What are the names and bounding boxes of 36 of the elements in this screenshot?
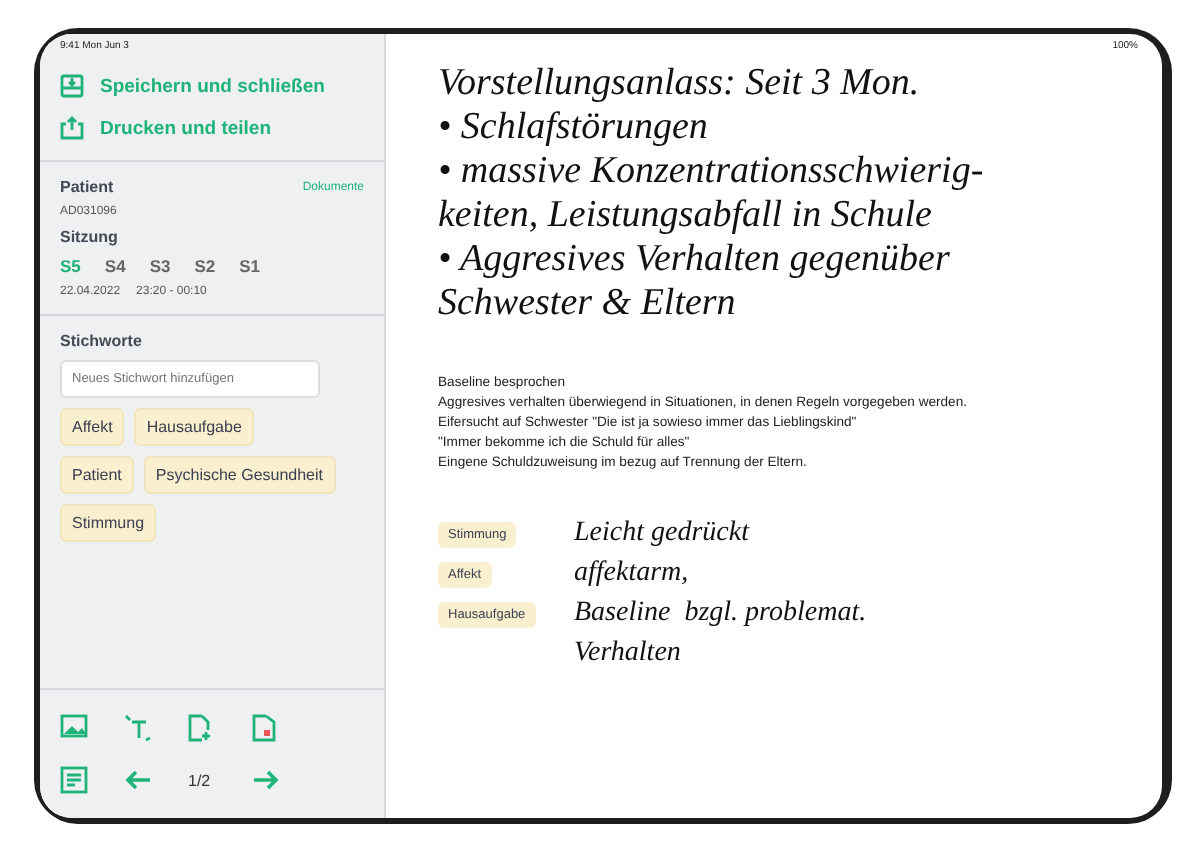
handwritten-line: Schwester & Eltern <box>438 282 738 326</box>
add-page-tool[interactable] <box>188 714 216 742</box>
handwritten-note: affektarm, <box>574 558 689 590</box>
add-page-icon <box>188 714 212 742</box>
keyword-tag[interactable]: Patient <box>60 456 134 494</box>
image-icon <box>60 714 88 738</box>
notes-icon[interactable] <box>60 766 88 794</box>
keyword-tag[interactable]: Stimmung <box>60 504 157 542</box>
image-tool[interactable] <box>60 714 88 742</box>
keyword-tag[interactable]: Psychische Gesundheit <box>143 456 336 494</box>
previous-page-icon[interactable] <box>124 766 152 794</box>
page-indicator: 1/2 <box>188 771 213 789</box>
section-heading: Sitzung <box>60 228 120 246</box>
handwritten-note: Verhalten <box>574 638 681 670</box>
session-tab[interactable]: S1 <box>239 256 261 276</box>
handwritten-note: Baseline bzgl. problemat. <box>574 598 867 630</box>
text-resize-icon <box>124 714 152 742</box>
session-tab[interactable]: S2 <box>194 256 216 276</box>
delete-page-icon <box>252 714 276 742</box>
section-heading: Patient <box>60 178 114 196</box>
next-page-icon[interactable] <box>252 766 280 794</box>
handwritten-line: • Aggresives Verhalten gegenüber <box>438 238 952 282</box>
handwritten-line: • massive Konzentrationsschwierig- <box>438 150 986 194</box>
keyword-tag[interactable]: Affekt <box>60 408 125 446</box>
delete-page-tool[interactable] <box>252 714 280 742</box>
handwritten-line: • Schlafstörungen <box>438 106 710 150</box>
text-tool[interactable] <box>124 714 152 742</box>
handwritten-line: keiten, Leistungsabfall in Schule <box>438 194 934 238</box>
handwritten-note: Leicht gedrückt <box>574 518 749 550</box>
session-tab[interactable]: S4 <box>104 256 126 276</box>
handwritten-line: Vorstellungsanlass: Seit 3 Mon. <box>438 62 922 106</box>
section-heading: Stichworte <box>60 332 144 350</box>
share-upload-icon <box>60 116 84 140</box>
keyword-tag[interactable]: Hausaufgabe <box>134 408 254 446</box>
session-tab[interactable]: S3 <box>149 256 171 276</box>
save-tray-icon <box>60 74 84 98</box>
